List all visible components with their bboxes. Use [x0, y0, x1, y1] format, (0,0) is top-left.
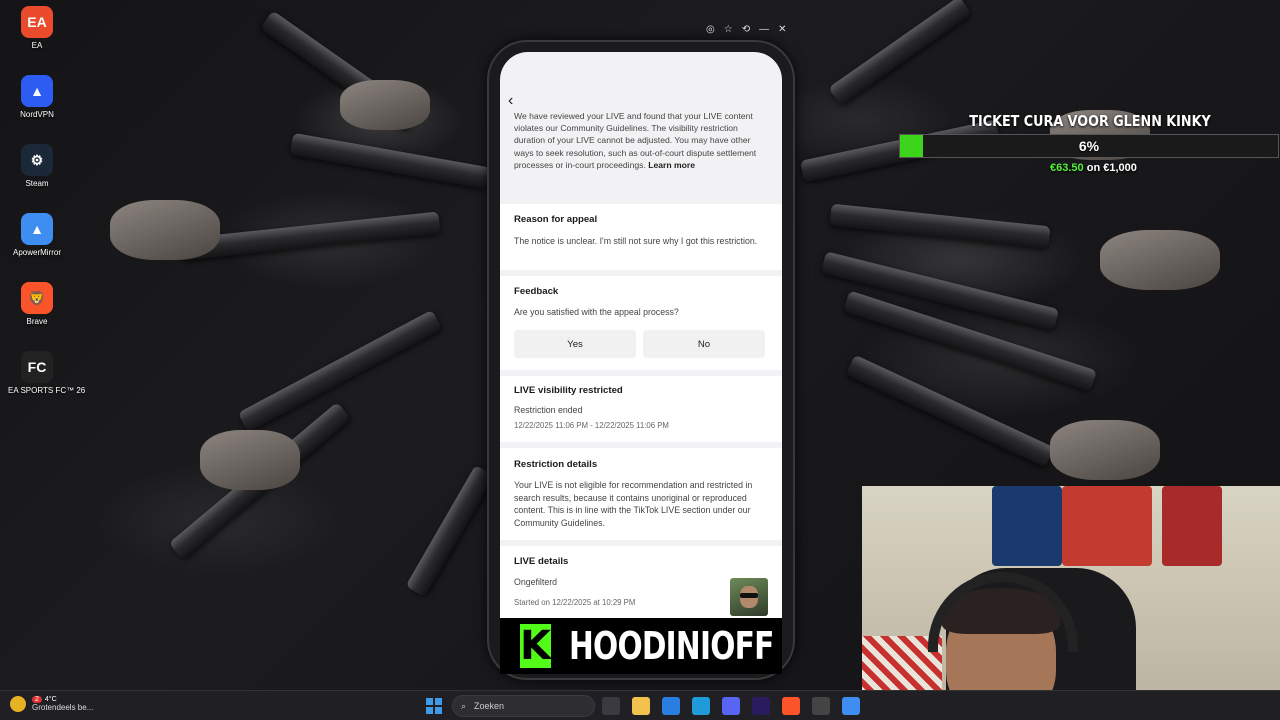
reason-section: Reason for appeal The notice is unclear.… — [500, 204, 782, 270]
mirror-window-controls: ◎ ☆ ⟲ — ✕ — [706, 24, 786, 35]
reason-heading: Reason for appeal — [514, 214, 598, 225]
reason-text: The notice is unclear. I'm still not sur… — [514, 236, 758, 246]
start-button[interactable] — [426, 698, 442, 714]
goal-percent: 6% — [1078, 138, 1100, 154]
close-button[interactable]: ✕ — [778, 24, 786, 35]
desktop-icon[interactable]: FC EA SPORTS FC™ 26 — [8, 351, 86, 395]
steam-icon: ⚙ — [21, 144, 53, 176]
edge-icon[interactable] — [692, 697, 710, 715]
weather-icon — [10, 696, 26, 712]
weather-widget[interactable]: 2 4°C Grotendeels be... — [10, 696, 93, 712]
goal-target: €1,000 — [1103, 162, 1137, 174]
desktop-icon-label: ApowerMirror — [12, 248, 61, 257]
desktop-icon[interactable]: ▲ NordVPN — [8, 75, 66, 119]
task-view-icon[interactable] — [602, 697, 620, 715]
jersey-red — [1062, 486, 1152, 566]
goal-current: €63.50 — [1050, 162, 1084, 174]
obs-icon[interactable] — [812, 697, 830, 715]
desktop-icon[interactable]: ⚙ Steam — [8, 144, 66, 188]
restriction-details-heading: Restriction details — [514, 459, 598, 470]
visibility-section: LIVE visibility restricted Restriction e… — [500, 376, 782, 442]
file-explorer-icon[interactable] — [632, 697, 650, 715]
feedback-question: Are you satisfied with the appeal proces… — [514, 307, 679, 317]
rotate-icon[interactable]: ⟲ — [742, 24, 750, 35]
desktop-icon-label: EA — [31, 41, 43, 50]
goal-sep: on — [1086, 162, 1101, 174]
desktop-icon[interactable]: ▲ ApowerMirror — [8, 213, 66, 257]
live-details-heading: LIVE details — [514, 556, 569, 567]
notification-badge: 2 — [32, 696, 42, 703]
apowermirror-icon: ▲ — [21, 213, 53, 245]
search-placeholder: Zoeken — [474, 701, 505, 711]
taskbar: 2 4°C Grotendeels be... ⌕ Zoeken — [0, 690, 1280, 720]
ea-sports-fc-icon: FC — [21, 351, 53, 383]
channel-name: HOODINIOFF — [569, 624, 774, 668]
appeal-notice-text: We have reviewed your LIVE and found tha… — [514, 111, 757, 170]
jersey-blue — [992, 486, 1062, 566]
store-icon[interactable] — [662, 697, 680, 715]
minimize-button[interactable]: — — [759, 24, 769, 35]
star-icon[interactable]: ☆ — [724, 24, 733, 35]
phone-screen: ‹ We have reviewed your LIVE and found t… — [500, 52, 782, 624]
search-icon: ⌕ — [461, 700, 467, 711]
live-details-section: LIVE details Ongefilterd Started on 12/2… — [500, 546, 782, 624]
feedback-heading: Feedback — [514, 286, 559, 297]
jersey-red-2 — [1162, 486, 1222, 566]
no-button[interactable]: No — [643, 330, 765, 358]
appeal-notice: We have reviewed your LIVE and found tha… — [514, 110, 770, 171]
discord-icon[interactable] — [722, 697, 740, 715]
back-arrow-icon[interactable]: ‹ — [508, 92, 513, 110]
desktop-icon-label: NordVPN — [20, 110, 54, 119]
live-thumbnail[interactable] — [730, 578, 768, 616]
desktop-icon[interactable]: EA EA — [8, 6, 66, 50]
restriction-range: 12/22/2025 11:06 PM - 12/22/2025 11:06 P… — [514, 420, 669, 430]
desktop-icon-label: EA SPORTS FC™ 26 — [8, 386, 86, 395]
feedback-section: Feedback Are you satisfied with the appe… — [500, 276, 782, 370]
ea-icon: EA — [21, 6, 53, 38]
brave-icon[interactable] — [782, 697, 800, 715]
restriction-status: Restriction ended — [514, 405, 583, 415]
visibility-heading: LIVE visibility restricted — [514, 385, 623, 396]
pin-icon[interactable]: ◎ — [706, 24, 715, 35]
brave-icon: 🦁 — [21, 282, 53, 314]
apowermirror-icon[interactable] — [842, 697, 860, 715]
channel-banner: K HOODINIOFF — [500, 618, 782, 674]
yes-button[interactable]: Yes — [514, 330, 636, 358]
nordvpn-icon: ▲ — [21, 75, 53, 107]
desktop-icon[interactable]: 🦁 Brave — [8, 282, 66, 326]
restriction-details-section: Restriction details Your LIVE is not eli… — [500, 448, 782, 540]
goal-title: TICKET CURA VOOR GLENN KINKY — [969, 112, 1211, 130]
desktop-icon-label: Steam — [25, 179, 49, 188]
webcam-overlay — [862, 486, 1280, 720]
temperature: 4°C — [44, 696, 57, 703]
premiere-icon[interactable] — [752, 697, 770, 715]
goal-progress-bar: 6% — [899, 134, 1279, 158]
restriction-details-text: Your LIVE is not eligible for recommenda… — [514, 480, 753, 528]
goal-amount: €63.50 on €1,000 — [1050, 162, 1137, 174]
desktop-icon-label: Brave — [26, 317, 48, 326]
learn-more-link[interactable]: Learn more — [648, 160, 695, 170]
weather-text: Grotendeels be... — [32, 703, 94, 712]
taskbar-search[interactable]: ⌕ Zoeken — [452, 695, 595, 717]
kick-logo-icon: K — [520, 623, 551, 669]
